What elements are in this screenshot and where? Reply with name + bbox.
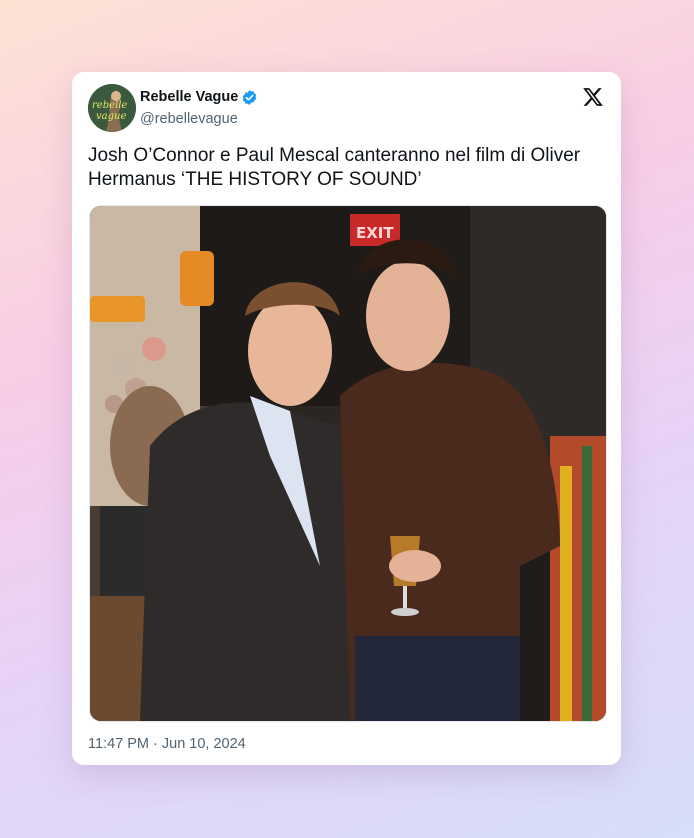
author-avatar[interactable]: rebelle vague	[88, 84, 136, 132]
verified-badge-icon	[241, 89, 258, 106]
svg-text:rebelle: rebelle	[92, 100, 127, 111]
author-name[interactable]: Rebelle Vague	[140, 89, 238, 105]
author-handle[interactable]: @rebellevague	[140, 111, 238, 127]
tweet-photo[interactable]: EXIT	[89, 205, 607, 722]
tweet-text: Josh O’Connor e Paul Mescal canteranno n…	[88, 145, 581, 190]
tweet-timestamp[interactable]: 11:47 PM · Jun 10, 2024	[88, 736, 246, 752]
x-logo-icon[interactable]	[582, 86, 604, 108]
exit-sign-text: EXIT	[356, 224, 394, 242]
svg-text:vague: vague	[96, 111, 126, 122]
tweet-card: rebelle vague Rebelle Vague @rebellevagu…	[72, 72, 621, 765]
